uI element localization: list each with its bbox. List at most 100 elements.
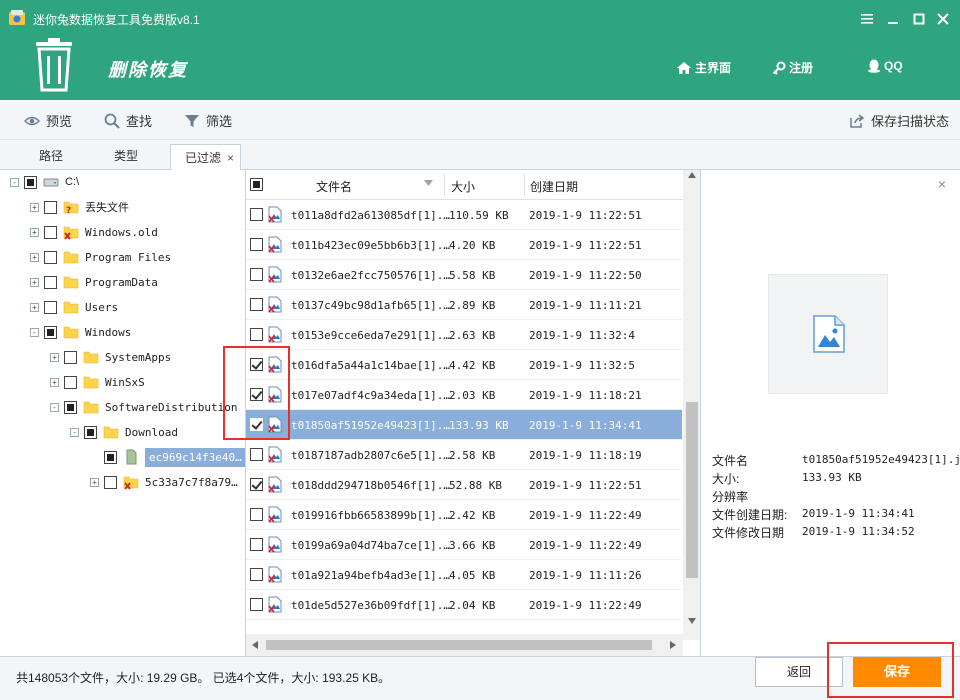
table-row[interactable]: t016dfa5a44a1c14bae[1].… 4.42 KB 2019-1-9 … — [246, 350, 682, 380]
tree-item[interactable]: + WinSxS — [50, 371, 145, 393]
scroll-left-icon[interactable] — [252, 641, 258, 649]
tree-item[interactable]: ec969c14f3e40… — [90, 446, 245, 468]
tree-item-label: Download — [125, 425, 178, 439]
column-size[interactable]: 大小 — [451, 178, 475, 195]
back-button[interactable]: 返回 — [755, 657, 843, 687]
table-row[interactable]: t01850af51952e49423[1].… 133.93 KB 2019-1-… — [246, 410, 682, 440]
find-button[interactable]: 查找 — [104, 111, 152, 130]
table-row[interactable]: t0132e6ae2fcc750576[1].… 5.58 KB 2019-1-9 … — [246, 260, 682, 290]
tab-path[interactable]: 路径 — [39, 147, 63, 164]
tree-item[interactable]: + Program Files — [30, 246, 171, 268]
row-checkbox[interactable] — [250, 358, 263, 371]
tree-checkbox[interactable] — [84, 425, 97, 439]
table-row[interactable]: t0199a69a04d74ba7ce[1].… 3.66 KB 2019-1-9 … — [246, 530, 682, 560]
expand-icon[interactable]: + — [50, 352, 59, 362]
table-row[interactable]: t011a8dfd2a613085df[1].… 110.59 KB 2019-1-… — [246, 200, 682, 230]
tree-checkbox[interactable] — [44, 275, 57, 289]
row-checkbox[interactable] — [250, 298, 263, 311]
scroll-right-icon[interactable] — [670, 641, 676, 649]
tree-item[interactable]: +5c33a7c7f8a79… — [90, 471, 238, 493]
table-row[interactable]: t011b423ec09e5bb6b3[1].… 4.20 KB 2019-1-9 … — [246, 230, 682, 260]
preview-button[interactable]: 预览 — [24, 111, 72, 130]
row-checkbox[interactable] — [250, 328, 263, 341]
table-row[interactable]: t01a921a94befb4ad3e[1].… 4.05 KB 2019-1-9 … — [246, 560, 682, 590]
row-checkbox[interactable] — [250, 418, 263, 431]
row-checkbox[interactable] — [250, 478, 263, 491]
column-name[interactable]: 文件名 — [316, 178, 352, 195]
tree-checkbox[interactable] — [64, 400, 77, 414]
tree-checkbox[interactable] — [44, 250, 57, 264]
vertical-scroll-thumb[interactable] — [686, 402, 698, 578]
filter-button[interactable]: 筛选 — [184, 111, 232, 130]
expand-icon[interactable]: + — [90, 477, 99, 487]
tab-close-icon[interactable]: × — [227, 151, 234, 165]
row-checkbox[interactable] — [250, 388, 263, 401]
nav-home[interactable]: 主界面 — [676, 59, 731, 76]
tree-item[interactable]: + Users — [30, 296, 118, 318]
folder-tree[interactable]: - C:\ +? 丢失文件 + Windows.old + Program Files + Pro… — [0, 170, 246, 656]
nav-qq[interactable]: QQ — [867, 59, 903, 73]
property-value: 133.93 KB — [802, 471, 862, 484]
table-row[interactable]: t019916fbb66583899b[1].… 2.42 KB 2019-1-9 … — [246, 500, 682, 530]
column-date[interactable]: 创建日期 — [530, 178, 578, 195]
collapse-icon[interactable]: - — [50, 402, 59, 412]
tree-checkbox[interactable] — [24, 175, 37, 189]
tree-item[interactable]: - C:\ — [10, 171, 79, 193]
table-row[interactable]: t018ddd294718b0546f[1].… 52.88 KB 2019-1-9… — [246, 470, 682, 500]
tree-checkbox[interactable] — [44, 325, 57, 339]
tab-type[interactable]: 类型 — [114, 147, 138, 164]
tree-item[interactable]: + ProgramData — [30, 271, 158, 293]
scroll-up-icon[interactable] — [688, 172, 696, 178]
collapse-icon[interactable]: - — [30, 327, 39, 337]
vertical-scrollbar[interactable] — [683, 170, 700, 640]
tree-checkbox[interactable] — [104, 450, 117, 464]
tree-item[interactable]: +? 丢失文件 — [30, 196, 129, 218]
row-checkbox[interactable] — [250, 238, 263, 251]
horizontal-scroll-thumb[interactable] — [266, 640, 652, 650]
tree-checkbox[interactable] — [104, 475, 117, 489]
collapse-icon[interactable]: - — [70, 427, 79, 437]
row-checkbox[interactable] — [250, 268, 263, 281]
tree-checkbox[interactable] — [44, 300, 57, 314]
tree-checkbox[interactable] — [44, 225, 57, 239]
expand-icon[interactable]: + — [30, 277, 39, 287]
tree-checkbox[interactable] — [44, 200, 57, 214]
table-row[interactable]: t017e07adf4c9a34eda[1].… 2.03 KB 2019-1-9 … — [246, 380, 682, 410]
expand-icon[interactable]: + — [30, 302, 39, 312]
tab-filtered[interactable]: 已过滤 × — [170, 144, 242, 171]
expand-icon[interactable]: + — [50, 377, 59, 387]
scroll-down-icon[interactable] — [688, 618, 696, 624]
save-button[interactable]: 保存 — [853, 657, 941, 687]
expand-icon[interactable]: + — [30, 202, 39, 212]
expand-icon[interactable]: + — [30, 252, 39, 262]
settings-icon[interactable] — [856, 8, 878, 30]
sort-down-icon[interactable] — [424, 180, 433, 186]
row-checkbox[interactable] — [250, 508, 263, 521]
tree-checkbox[interactable] — [64, 375, 77, 389]
table-row[interactable]: t0153e9cce6eda7e291[1].… 2.63 KB 2019-1-9 … — [246, 320, 682, 350]
tree-checkbox[interactable] — [64, 350, 77, 364]
expand-icon[interactable]: + — [30, 227, 39, 237]
tree-item[interactable]: - Windows — [30, 321, 131, 343]
save-scan-button[interactable]: 保存扫描状态 — [849, 111, 949, 130]
tree-item[interactable]: + SystemApps — [50, 346, 171, 368]
tree-item[interactable]: + Windows.old — [30, 221, 158, 243]
row-checkbox[interactable] — [250, 568, 263, 581]
preview-close-icon[interactable]: × — [938, 176, 946, 192]
table-row[interactable]: t01de5d527e36b09fdf[1].… 2.04 KB 2019-1-9 … — [246, 590, 682, 620]
table-row[interactable]: t0137c49bc98d1afb65[1].… 2.89 KB 2019-1-9 … — [246, 290, 682, 320]
tree-item[interactable]: - SoftwareDistribution — [50, 396, 237, 418]
row-checkbox[interactable] — [250, 598, 263, 611]
row-checkbox[interactable] — [250, 208, 263, 221]
row-checkbox[interactable] — [250, 448, 263, 461]
maximize-icon[interactable] — [908, 8, 930, 30]
row-checkbox[interactable] — [250, 538, 263, 551]
close-icon[interactable] — [932, 8, 954, 30]
tree-item[interactable]: - Download — [70, 421, 178, 443]
minimize-icon[interactable] — [882, 8, 904, 30]
select-all-checkbox[interactable] — [250, 178, 263, 191]
nav-register[interactable]: 注册 — [772, 59, 813, 76]
collapse-icon[interactable]: - — [10, 177, 19, 187]
table-row[interactable]: t0187187adb2807c6e5[1].… 2.58 KB 2019-1-9 … — [246, 440, 682, 470]
horizontal-scrollbar[interactable] — [246, 634, 683, 656]
